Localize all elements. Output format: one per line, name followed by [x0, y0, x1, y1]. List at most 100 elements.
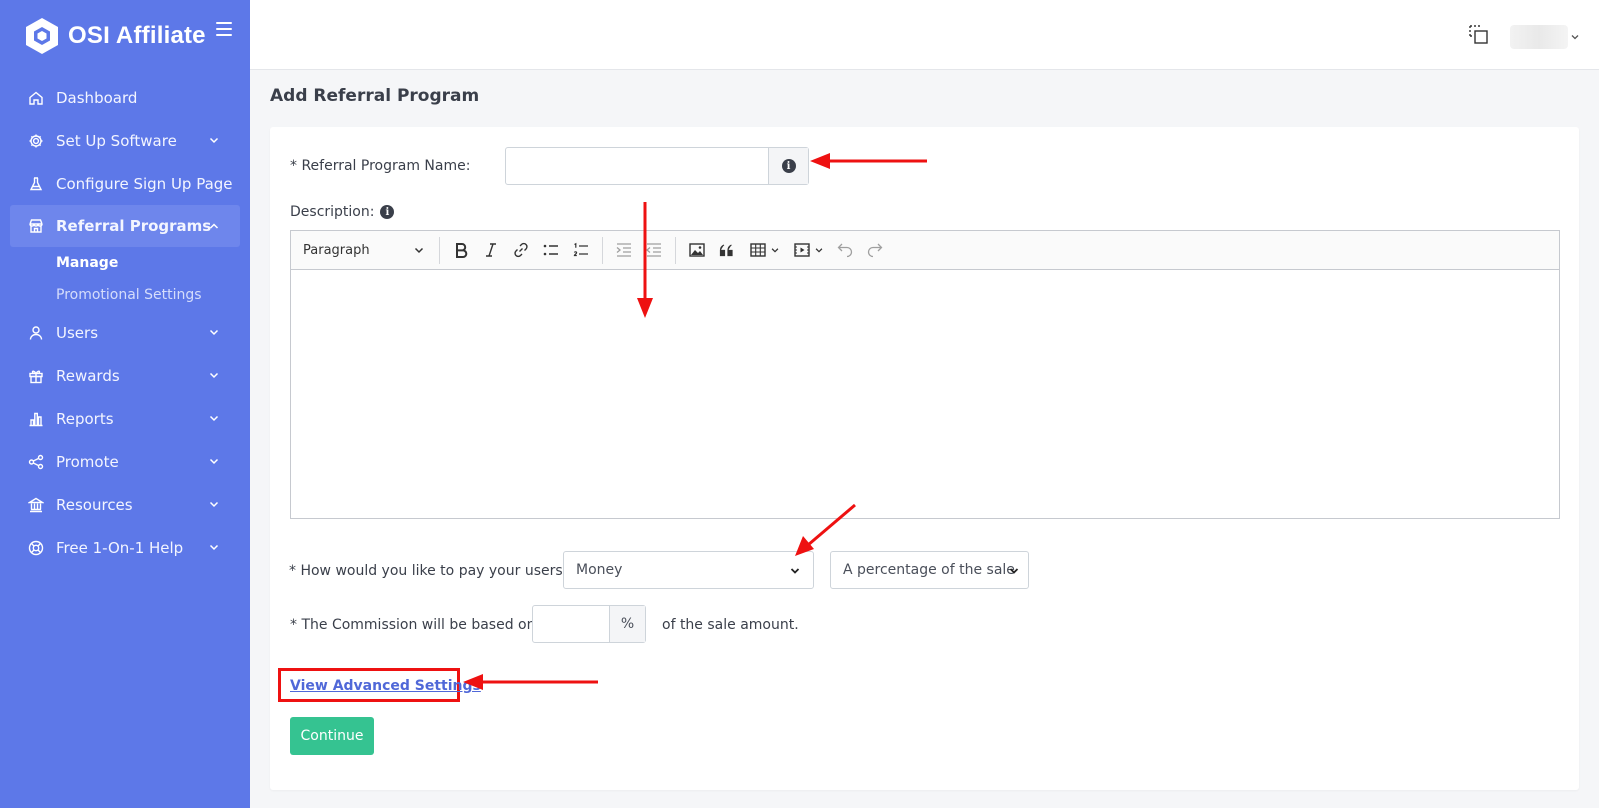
chevron-up-icon — [209, 223, 219, 229]
referral-name-label: * Referral Program Name: — [290, 158, 471, 174]
store-icon — [28, 218, 44, 234]
bank-icon — [28, 497, 44, 513]
toolbar-divider — [439, 236, 440, 264]
sidebar-item-free-help[interactable]: Free 1-On-1 Help — [0, 526, 250, 569]
sidebar: OSI Affiliate Dashboard Set Up Software … — [0, 0, 250, 808]
table-icon — [749, 243, 766, 257]
sidebar-item-users[interactable]: Users — [0, 311, 250, 354]
description-label: Description: — [290, 204, 375, 220]
sidebar-item-label: Set Up Software — [56, 131, 177, 150]
info-icon[interactable]: i — [380, 205, 395, 219]
insert-image-button[interactable] — [682, 235, 712, 265]
undo-icon — [837, 243, 853, 258]
commission-group: % — [532, 605, 646, 643]
bold-icon — [456, 243, 468, 258]
commission-input[interactable] — [533, 606, 609, 642]
sidebar-item-label: Users — [56, 323, 99, 342]
brand[interactable]: OSI Affiliate — [22, 14, 206, 58]
redo-icon — [867, 243, 883, 258]
bold-button[interactable] — [446, 235, 476, 265]
chevron-down-icon — [1009, 568, 1019, 574]
referral-name-info-addon[interactable]: i — [768, 148, 808, 184]
chevron-down-icon — [790, 568, 800, 574]
sidebar-item-label: Promote — [56, 452, 119, 471]
pay-method-label: * How would you like to pay your users: — [289, 563, 568, 579]
top-bar — [250, 0, 1599, 70]
sidebar-subitem-promotional-settings[interactable]: Promotional Settings — [0, 279, 250, 311]
sidebar-item-referral-programs[interactable]: Referral Programs — [10, 205, 240, 247]
commission-unit: % — [609, 606, 645, 642]
toolbar-divider — [602, 236, 603, 264]
undo-button[interactable] — [830, 235, 860, 265]
info-icon: i — [781, 159, 796, 173]
link-icon — [514, 242, 528, 258]
page-title: Add Referral Program — [270, 86, 480, 106]
toolbar-divider — [675, 236, 676, 264]
sidebar-item-label: Resources — [56, 495, 133, 514]
view-advanced-settings-link[interactable]: View Advanced Settings — [290, 678, 481, 694]
referral-name-input[interactable] — [506, 148, 769, 184]
referral-name-group: i — [505, 147, 809, 185]
pay-type-select[interactable]: Money — [563, 551, 814, 589]
sidebar-item-label: Reports — [56, 409, 114, 428]
sidebar-item-rewards[interactable]: Rewards — [0, 354, 250, 397]
italic-button[interactable] — [476, 235, 506, 265]
chevron-down-icon — [771, 248, 778, 253]
redo-button[interactable] — [860, 235, 890, 265]
indent-button[interactable] — [609, 235, 639, 265]
chevron-down-icon — [414, 247, 424, 254]
continue-button[interactable]: Continue — [290, 717, 374, 755]
menu-toggle-icon[interactable] — [216, 22, 232, 38]
sidebar-subitem-manage[interactable]: Manage — [0, 247, 250, 279]
home-icon — [28, 90, 44, 106]
sidebar-item-reports[interactable]: Reports — [0, 397, 250, 440]
bulleted-list-icon — [543, 244, 558, 256]
outdent-button[interactable] — [639, 235, 669, 265]
sidebar-item-label: Rewards — [56, 366, 120, 385]
chevron-down-icon — [815, 248, 822, 253]
sidebar-item-label: Dashboard — [56, 88, 138, 107]
flask-icon — [28, 176, 44, 192]
sidebar-item-label: Free 1-On-1 Help — [56, 538, 184, 557]
sidebar-item-set-up-software[interactable]: Set Up Software — [0, 119, 250, 162]
chevron-down-icon — [209, 458, 219, 465]
indent-icon — [616, 243, 631, 257]
avatar — [1510, 25, 1568, 49]
copy-icon[interactable] — [1468, 24, 1490, 46]
chevron-down-icon — [209, 329, 219, 336]
logo-hexagon-icon — [26, 18, 58, 54]
sidebar-item-dashboard[interactable]: Dashboard — [0, 76, 250, 119]
sidebar-item-promote[interactable]: Promote — [0, 440, 250, 483]
blockquote-button[interactable] — [712, 235, 742, 265]
pay-basis-select[interactable]: A percentage of the sale — [830, 551, 1029, 589]
commission-label: * The Commission will be based on — [290, 617, 536, 633]
sidebar-item-resources[interactable]: Resources — [0, 483, 250, 526]
bulleted-list-button[interactable] — [536, 235, 566, 265]
quote-icon — [719, 244, 733, 257]
insert-table-button[interactable] — [742, 235, 786, 265]
link-button[interactable] — [506, 235, 536, 265]
pay-type-value: Money — [576, 562, 623, 578]
chevron-down-icon — [209, 501, 219, 508]
chevron-down-icon — [209, 544, 219, 551]
outdent-icon — [645, 243, 661, 257]
sidebar-item-label: Configure Sign Up Page — [56, 174, 233, 193]
image-icon — [689, 243, 705, 257]
numbered-list-icon — [573, 242, 588, 257]
sidebar-nav: Dashboard Set Up Software Configure Sign… — [0, 76, 250, 569]
sidebar-item-configure-sign-up-page[interactable]: Configure Sign Up Page — [0, 162, 250, 205]
chevron-down-icon — [209, 137, 219, 144]
block-format-value: Paragraph — [303, 242, 370, 258]
commission-suffix: of the sale amount. — [662, 617, 799, 633]
bar-chart-icon — [28, 411, 44, 427]
gear-icon — [28, 133, 44, 149]
brand-name: OSI Affiliate — [68, 22, 206, 49]
insert-media-button[interactable] — [786, 235, 830, 265]
block-format-dropdown[interactable]: Paragraph — [303, 243, 433, 258]
gift-icon — [28, 368, 44, 384]
numbered-list-button[interactable] — [566, 235, 596, 265]
user-menu[interactable] — [1510, 24, 1580, 50]
description-editor: Paragraph — [290, 230, 1560, 519]
editor-toolbar: Paragraph — [291, 231, 1559, 270]
editor-content-area[interactable] — [291, 270, 1559, 518]
